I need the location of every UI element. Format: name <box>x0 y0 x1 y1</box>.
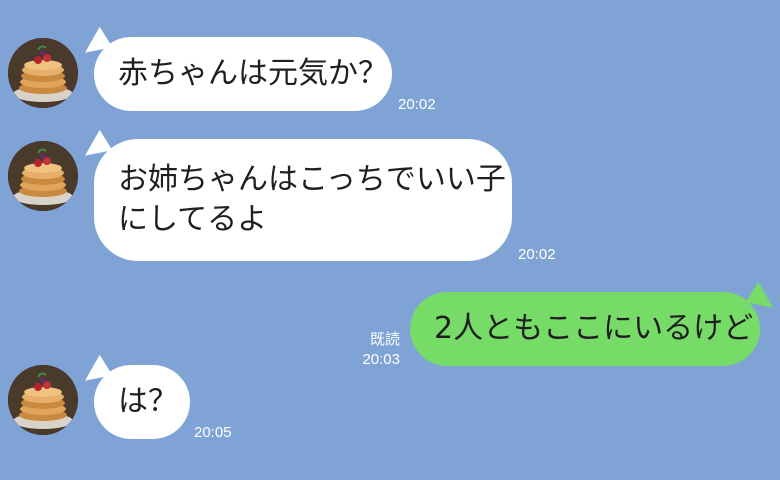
message-bubble[interactable]: 2人ともここにいるけど <box>410 292 760 366</box>
avatar[interactable] <box>8 141 78 211</box>
pancake-stack-icon <box>8 141 78 211</box>
message-text: 2人ともここにいるけど <box>434 311 754 346</box>
message-bubble[interactable]: お姉ちゃんはこっちでいい子 にしてるよ <box>94 139 512 261</box>
message-text: 赤ちゃんは元気か？ <box>118 56 388 91</box>
message-time: 20:05 <box>194 424 232 441</box>
message-text: は？ <box>118 384 178 419</box>
message-text-line: お姉ちゃんはこっちでいい子 <box>118 162 506 197</box>
avatar[interactable] <box>8 365 78 435</box>
message-bubble[interactable]: は？ <box>94 365 190 439</box>
read-receipt: 既読 <box>369 331 400 348</box>
message-time: 20:02 <box>518 246 556 263</box>
message-time: 20:02 <box>398 96 436 113</box>
message-bubble[interactable]: 赤ちゃんは元気か？ <box>94 37 392 111</box>
message-time: 20:03 <box>362 351 400 368</box>
message-text-line: にしてるよ <box>118 202 268 237</box>
chat-view: 赤ちゃんは元気か？ 20:02 お姉ちゃんはこっちでいい子 にしてるよ 20:0… <box>0 0 780 480</box>
pancake-stack-icon <box>8 365 78 435</box>
avatar[interactable] <box>8 38 78 108</box>
pancake-stack-icon <box>8 38 78 108</box>
